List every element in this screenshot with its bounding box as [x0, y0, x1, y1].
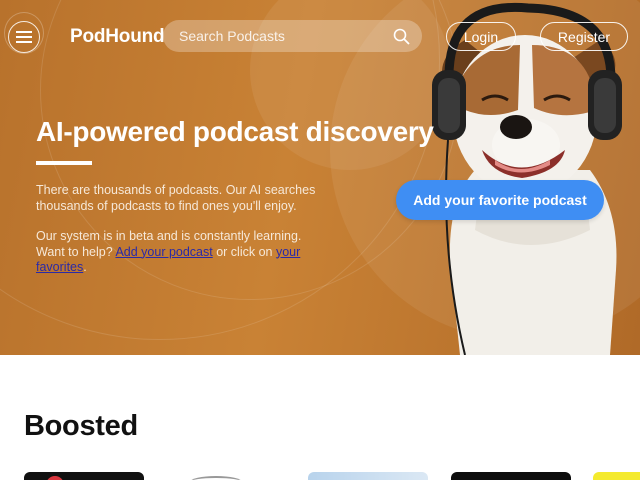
brand-logo[interactable]: PodHound — [70, 26, 165, 48]
podcast-artwork-accent — [190, 476, 242, 480]
add-favorite-podcast-button[interactable]: Add your favorite podcast — [396, 180, 604, 220]
podcast-artwork-accent — [46, 476, 64, 480]
register-button[interactable]: Register — [540, 22, 628, 51]
title-underline — [36, 161, 92, 165]
boosted-podcast-card[interactable] — [308, 472, 428, 480]
search-icon[interactable] — [393, 28, 410, 45]
dog-with-headphones-image — [432, 2, 622, 355]
add-your-podcast-link[interactable]: Add your podcast — [115, 245, 212, 259]
boosted-podcast-card[interactable] — [593, 472, 640, 480]
menu-button[interactable] — [8, 21, 40, 53]
boosted-podcast-card[interactable] — [166, 472, 286, 480]
login-button[interactable]: Login — [446, 22, 516, 51]
hero-title: AI-powered podcast discovery — [36, 116, 434, 147]
beta-text-end: . — [83, 260, 87, 274]
hero-banner: PodHound Login Register AI-powered podca… — [0, 0, 640, 355]
search-bar[interactable] — [163, 20, 422, 52]
boosted-section-title: Boosted — [24, 410, 138, 442]
beta-text-mid: or click on — [212, 244, 276, 259]
hero-description: There are thousands of podcasts. Our AI … — [36, 183, 316, 213]
boosted-podcast-card[interactable] — [451, 472, 571, 480]
hero-beta-note: Our system is in beta and is constantly … — [36, 229, 326, 276]
menu-icon — [16, 31, 32, 43]
search-input[interactable] — [179, 28, 393, 44]
boosted-podcast-card[interactable] — [24, 472, 144, 480]
